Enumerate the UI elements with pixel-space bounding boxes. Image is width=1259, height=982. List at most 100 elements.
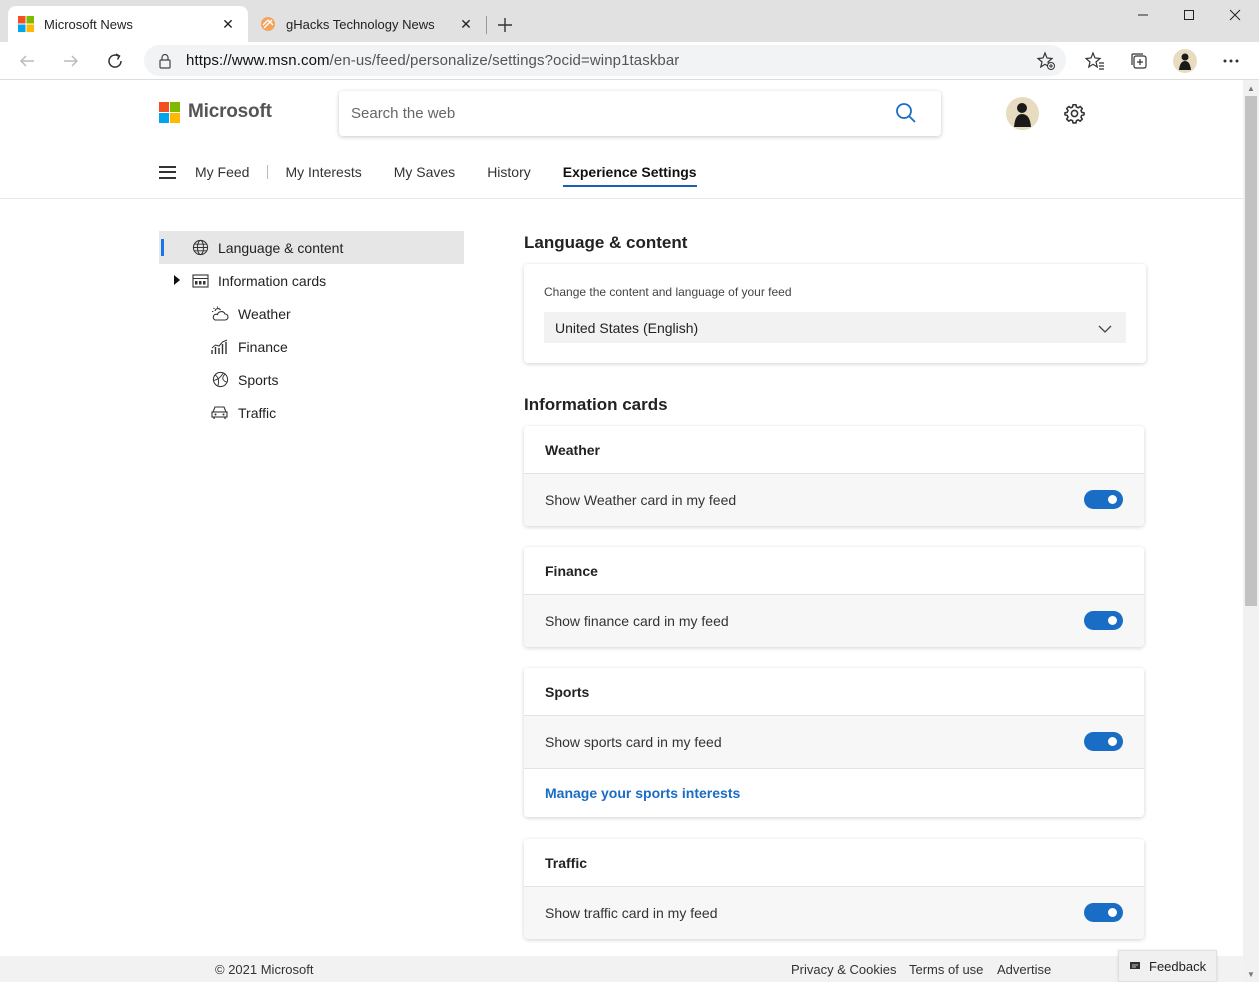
new-tab-button[interactable] bbox=[492, 12, 518, 38]
cards-icon bbox=[191, 272, 209, 290]
sports-toggle[interactable] bbox=[1084, 732, 1123, 751]
traffic-toggle[interactable] bbox=[1084, 903, 1123, 922]
finance-icon bbox=[211, 338, 229, 356]
sidebar-item-label: Information cards bbox=[218, 272, 327, 289]
add-favorite-star-icon[interactable] bbox=[1036, 51, 1056, 74]
nav-my-interests[interactable]: My Interests bbox=[285, 161, 361, 183]
feedback-label: Feedback bbox=[1149, 958, 1207, 974]
finance-toggle[interactable] bbox=[1084, 611, 1123, 630]
back-button[interactable] bbox=[12, 46, 42, 76]
settings-gear-icon[interactable] bbox=[1064, 103, 1085, 127]
sidebar-item-information-cards[interactable]: Information cards bbox=[159, 264, 464, 297]
close-tab-icon[interactable]: ✕ bbox=[218, 14, 238, 34]
refresh-icon bbox=[108, 53, 122, 68]
favorites-button[interactable] bbox=[1080, 46, 1110, 76]
weather-card: Weather Show Weather card in my feed bbox=[524, 426, 1144, 526]
close-window-button[interactable] bbox=[1212, 0, 1258, 30]
card-toggle-row: Show sports card in my feed bbox=[524, 716, 1144, 768]
nav-my-saves[interactable]: My Saves bbox=[394, 161, 455, 183]
profile-button[interactable] bbox=[1170, 46, 1200, 76]
tab-separator bbox=[486, 16, 487, 34]
refresh-button[interactable] bbox=[100, 46, 130, 76]
sidebar-item-label: Weather bbox=[238, 305, 291, 322]
page-scrollbar-thumb[interactable] bbox=[1245, 96, 1257, 606]
microsoft-logo-icon bbox=[159, 101, 180, 123]
sports-card: Sports Show sports card in my feed Manag… bbox=[524, 668, 1144, 817]
nav-my-feed[interactable]: My Feed bbox=[195, 161, 249, 183]
more-options-button[interactable] bbox=[1216, 46, 1246, 76]
forward-arrow-icon bbox=[64, 55, 79, 67]
sidebar-item-traffic[interactable]: Traffic bbox=[159, 396, 464, 429]
footer-link-terms[interactable]: Terms of use bbox=[909, 962, 983, 977]
footer-link-privacy[interactable]: Privacy & Cookies bbox=[791, 962, 896, 977]
ghacks-favicon-icon bbox=[260, 16, 276, 32]
finance-card: Finance Show finance card in my feed bbox=[524, 547, 1144, 647]
avatar-icon bbox=[1006, 97, 1039, 130]
feedback-button[interactable]: Feedback bbox=[1118, 950, 1217, 982]
expand-caret-icon[interactable] bbox=[173, 273, 183, 289]
footer-link-advertise[interactable]: Advertise bbox=[997, 962, 1051, 977]
tab-title: gHacks Technology News bbox=[286, 16, 435, 32]
address-toolbar: https://www.msn.com/en-us/feed/personali… bbox=[0, 42, 1259, 80]
sidebar-item-sports[interactable]: Sports bbox=[159, 363, 464, 396]
section-title-language-content: Language & content bbox=[524, 233, 688, 252]
section-title-information-cards: Information cards bbox=[524, 395, 668, 414]
tab-title: Microsoft News bbox=[44, 16, 133, 32]
weather-toggle[interactable] bbox=[1084, 490, 1123, 509]
profile-avatar-icon bbox=[1173, 49, 1197, 73]
sidebar-item-finance[interactable]: Finance bbox=[159, 330, 464, 363]
language-card: Change the content and language of your … bbox=[524, 264, 1146, 363]
minimize-button[interactable] bbox=[1120, 0, 1166, 30]
favorites-icon bbox=[1085, 51, 1104, 70]
sidebar-item-label: Traffic bbox=[238, 404, 277, 421]
manage-sports-interests-link[interactable]: Manage your sports interests bbox=[524, 768, 1144, 817]
card-title: Weather bbox=[524, 426, 1144, 474]
card-toggle-row: Show Weather card in my feed bbox=[524, 474, 1144, 526]
tab-ghacks[interactable]: gHacks Technology News ✕ bbox=[250, 6, 486, 42]
nav-history[interactable]: History bbox=[487, 161, 531, 183]
collections-button[interactable] bbox=[1124, 46, 1154, 76]
sports-icon bbox=[211, 371, 229, 389]
sidebar-item-language-content[interactable]: Language & content bbox=[159, 231, 464, 264]
avatar[interactable] bbox=[1006, 97, 1039, 130]
sidebar-item-weather[interactable]: Weather bbox=[159, 297, 464, 330]
card-title: Sports bbox=[524, 668, 1144, 716]
url-bar[interactable]: https://www.msn.com/en-us/feed/personali… bbox=[144, 45, 1066, 76]
sidebar-item-label: Language & content bbox=[218, 239, 344, 256]
scroll-down-arrow-icon[interactable]: ▼ bbox=[1243, 966, 1259, 982]
traffic-card: Traffic Show traffic card in my feed bbox=[524, 839, 1144, 939]
toggle-label: Show finance card in my feed bbox=[545, 613, 729, 629]
nav-experience-settings[interactable]: Experience Settings bbox=[562, 161, 697, 187]
copyright: © 2021 Microsoft bbox=[215, 962, 314, 977]
sidebar-item-label: Finance bbox=[238, 338, 288, 355]
lock-icon[interactable] bbox=[158, 53, 172, 69]
tab-microsoft-news[interactable]: Microsoft News ✕ bbox=[8, 6, 248, 42]
hamburger-menu-icon[interactable] bbox=[159, 165, 176, 179]
microsoft-logo[interactable]: Microsoft bbox=[159, 101, 272, 123]
toggle-label: Show Weather card in my feed bbox=[545, 492, 737, 508]
back-arrow-icon bbox=[19, 55, 34, 67]
scroll-up-arrow-icon[interactable]: ▲ bbox=[1243, 80, 1259, 96]
maximize-button[interactable] bbox=[1166, 0, 1212, 30]
close-tab-icon[interactable]: ✕ bbox=[456, 14, 476, 34]
language-dropdown[interactable]: United States (English) bbox=[544, 312, 1126, 343]
language-hint: Change the content and language of your … bbox=[544, 285, 792, 299]
toggle-label: Show sports card in my feed bbox=[545, 734, 722, 750]
search-input[interactable] bbox=[351, 105, 871, 122]
language-dropdown-value: United States (English) bbox=[555, 319, 699, 336]
card-toggle-row: Show traffic card in my feed bbox=[524, 887, 1144, 939]
more-icon bbox=[1223, 59, 1239, 63]
url-text: https://www.msn.com/en-us/feed/personali… bbox=[186, 52, 680, 69]
chevron-down-icon bbox=[1098, 321, 1112, 337]
top-navigation: My Feed My Interests My Saves History Ex… bbox=[159, 160, 729, 187]
page-footer: © 2021 Microsoft Privacy & Cookies Terms… bbox=[0, 956, 1243, 982]
header-divider bbox=[0, 198, 1243, 199]
globe-icon bbox=[191, 239, 209, 257]
search-box[interactable] bbox=[339, 91, 941, 136]
toggle-label: Show traffic card in my feed bbox=[545, 905, 718, 921]
search-icon[interactable] bbox=[895, 102, 917, 127]
card-title: Finance bbox=[524, 547, 1144, 595]
forward-button[interactable] bbox=[56, 46, 86, 76]
feedback-icon bbox=[1129, 959, 1141, 974]
sidebar-item-label: Sports bbox=[238, 371, 279, 388]
